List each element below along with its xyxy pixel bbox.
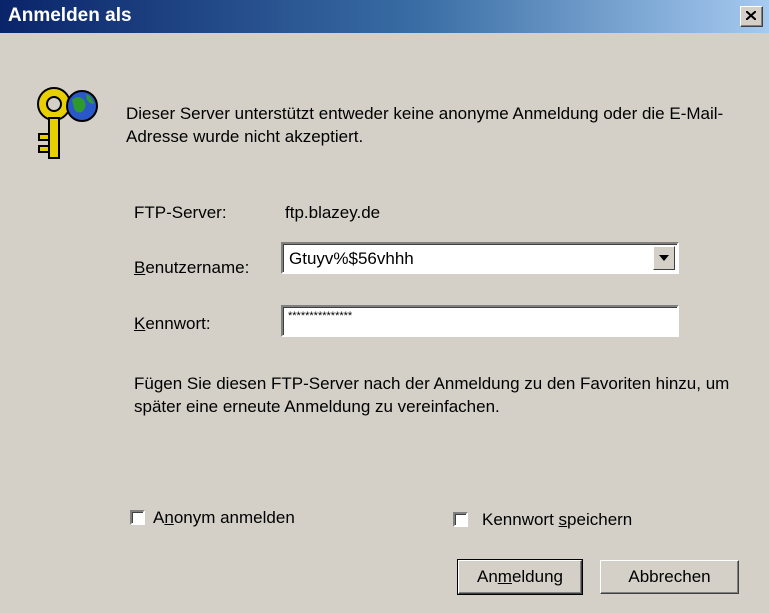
save-password-label-pre: Kennwort [482, 510, 559, 529]
username-dropdown-button[interactable] [653, 246, 675, 270]
username-label: Benutzername: [134, 258, 249, 278]
password-label-accel: K [134, 314, 146, 333]
password-field[interactable]: *************** [281, 305, 679, 337]
anonymous-label-pre: A [153, 508, 165, 527]
username-combobox[interactable]: Gtuyv%$56vhhh [281, 242, 679, 274]
anonymous-label-accel: n [164, 508, 174, 527]
save-password-label-accel: s [558, 510, 568, 529]
anonymous-checkbox[interactable] [130, 510, 145, 525]
error-message: Dieser Server unterstützt entweder keine… [126, 104, 724, 146]
username-value[interactable]: Gtuyv%$56vhhh [289, 249, 414, 269]
anonymous-checkbox-label[interactable]: Anonym anmelden [153, 508, 295, 528]
title-bar: Anmelden als [0, 0, 769, 33]
chevron-down-icon [659, 255, 669, 261]
anonymous-label-post: onym anmelden [173, 508, 295, 527]
window-title: Anmelden als [8, 5, 132, 26]
password-label-rest: ennwort: [145, 314, 211, 333]
close-button[interactable] [740, 6, 763, 27]
key-globe-icon [32, 82, 104, 162]
password-value[interactable]: *************** [288, 310, 352, 322]
cancel-button[interactable]: Abbrechen [600, 560, 739, 594]
favorites-info: Fügen Sie diesen FTP-Server nach der Anm… [134, 374, 730, 416]
username-label-accel: B [134, 258, 146, 277]
login-label-post: eldung [511, 567, 564, 586]
save-password-label-post: peichern [567, 510, 633, 529]
password-label: Kennwort: [134, 314, 211, 334]
save-password-checkbox[interactable] [453, 512, 468, 527]
login-label-pre: An [476, 567, 498, 586]
ftp-server-label: FTP-Server: [134, 203, 227, 222]
login-button[interactable]: Anmeldung [457, 559, 583, 595]
ftp-server-value: ftp.blazey.de [285, 203, 381, 222]
login-dialog: Anmelden als Dieser Server unterstützt e… [0, 0, 769, 613]
save-password-checkbox-label[interactable]: Kennwort speichern [482, 510, 632, 530]
close-icon [746, 11, 756, 20]
username-label-rest: enutzername: [145, 258, 250, 277]
login-label-accel: m [497, 567, 512, 586]
